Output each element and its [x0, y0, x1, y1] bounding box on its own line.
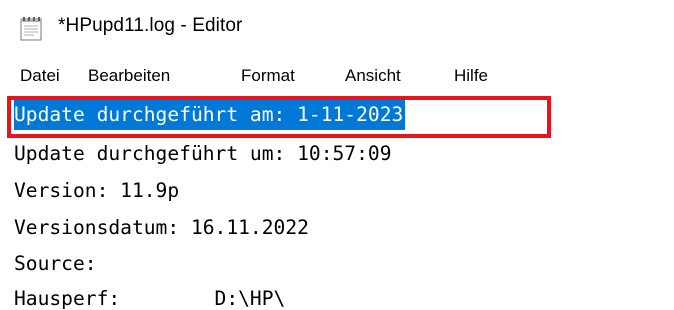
- text-editor-area[interactable]: Update durchgeführt am: 1-11-2023 Update…: [0, 96, 674, 310]
- title-bar[interactable]: *HPupd11.log - Editor: [0, 0, 674, 56]
- text-line[interactable]: Version: 11.9p: [14, 176, 179, 206]
- menu-ansicht[interactable]: Ansicht: [345, 66, 401, 86]
- notepad-window: *HPupd11.log - Editor Datei Bearbeiten F…: [0, 0, 674, 310]
- menu-datei[interactable]: Datei: [20, 66, 60, 86]
- text-line[interactable]: Hausperf: D:\HP\: [14, 284, 285, 310]
- text-line-selected[interactable]: Update durchgeführt am: 1-11-2023: [14, 100, 406, 130]
- notepad-icon: [19, 16, 43, 41]
- menu-bearbeiten[interactable]: Bearbeiten: [88, 66, 170, 86]
- menu-bar: Datei Bearbeiten Format Ansicht Hilfe: [0, 64, 674, 92]
- text-line[interactable]: Update durchgeführt um: 10:57:09: [14, 139, 392, 169]
- menu-hilfe[interactable]: Hilfe: [454, 66, 488, 86]
- text-line[interactable]: Source:: [14, 249, 97, 279]
- window-title: *HPupd11.log - Editor: [58, 15, 243, 36]
- text-line[interactable]: Versionsdatum: 16.11.2022: [14, 213, 309, 243]
- menu-format[interactable]: Format: [241, 66, 295, 86]
